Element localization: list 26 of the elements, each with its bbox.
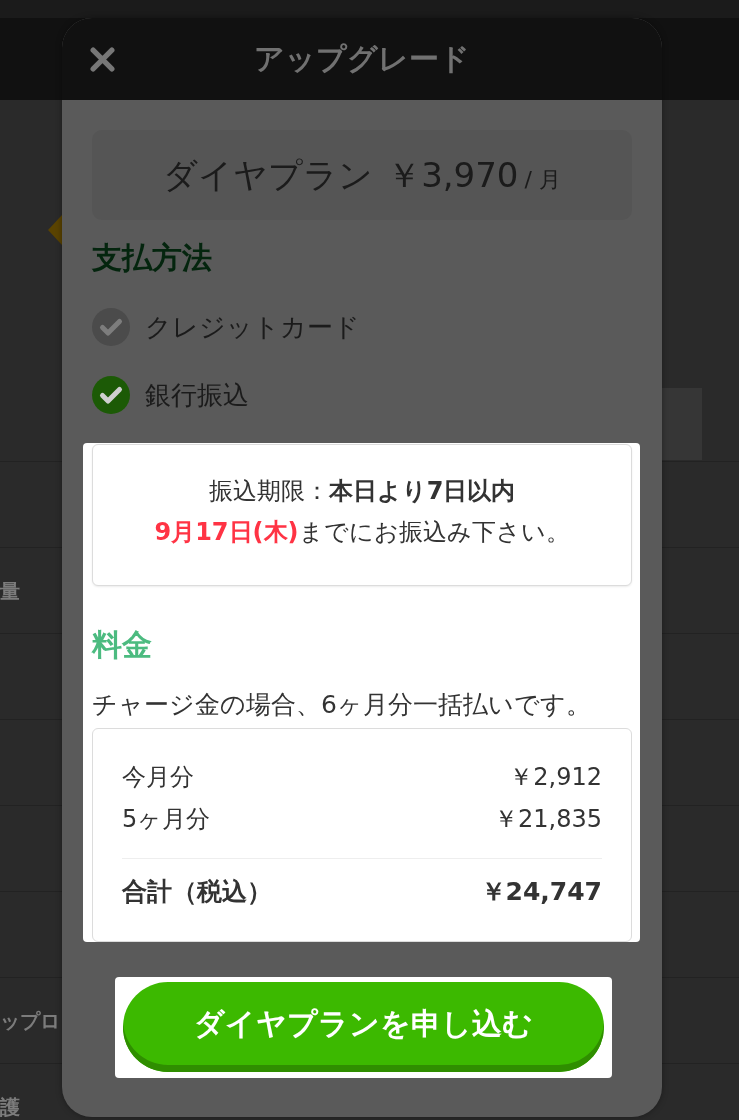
price-unit: / 月 <box>524 166 561 194</box>
apply-button[interactable]: ダイヤプランを申し込む <box>123 982 604 1072</box>
background-block <box>662 388 702 460</box>
check-circle-icon[interactable] <box>92 376 130 414</box>
fee-amount: ￥21,835 <box>494 804 602 835</box>
check-circle-icon[interactable] <box>92 308 130 346</box>
fee-note: チャージ金の場合、6ヶ月分一括払いです。 <box>92 689 592 721</box>
notice-text: 9月17日(木)までにお振込み下さい。 <box>153 517 571 548</box>
section-heading: 料金 <box>92 627 153 663</box>
total-label: 合計（税込） <box>122 876 272 908</box>
total-amount: ￥24,747 <box>480 876 602 908</box>
plan-price: ￥3,970 <box>387 155 519 195</box>
section-heading: 支払方法 <box>92 240 213 276</box>
fee-label: 今月分 <box>122 762 194 793</box>
row-label: ップロ <box>0 1007 60 1034</box>
notice-text: 振込期限：本日より7日以内 <box>207 476 517 507</box>
close-icon[interactable] <box>90 46 115 72</box>
fee-amount: ￥2,912 <box>509 762 602 793</box>
payment-option[interactable]: クレジットカード <box>145 310 360 344</box>
plan-name: ダイヤプラン <box>163 155 374 195</box>
row-label: 護 <box>0 1093 20 1120</box>
fee-label: 5ヶ月分 <box>122 804 211 835</box>
triangle-icon <box>48 215 62 245</box>
dialog-title: アップグレード <box>254 41 470 77</box>
row-label: 量 <box>0 577 20 604</box>
payment-option[interactable]: 銀行振込 <box>145 378 249 412</box>
